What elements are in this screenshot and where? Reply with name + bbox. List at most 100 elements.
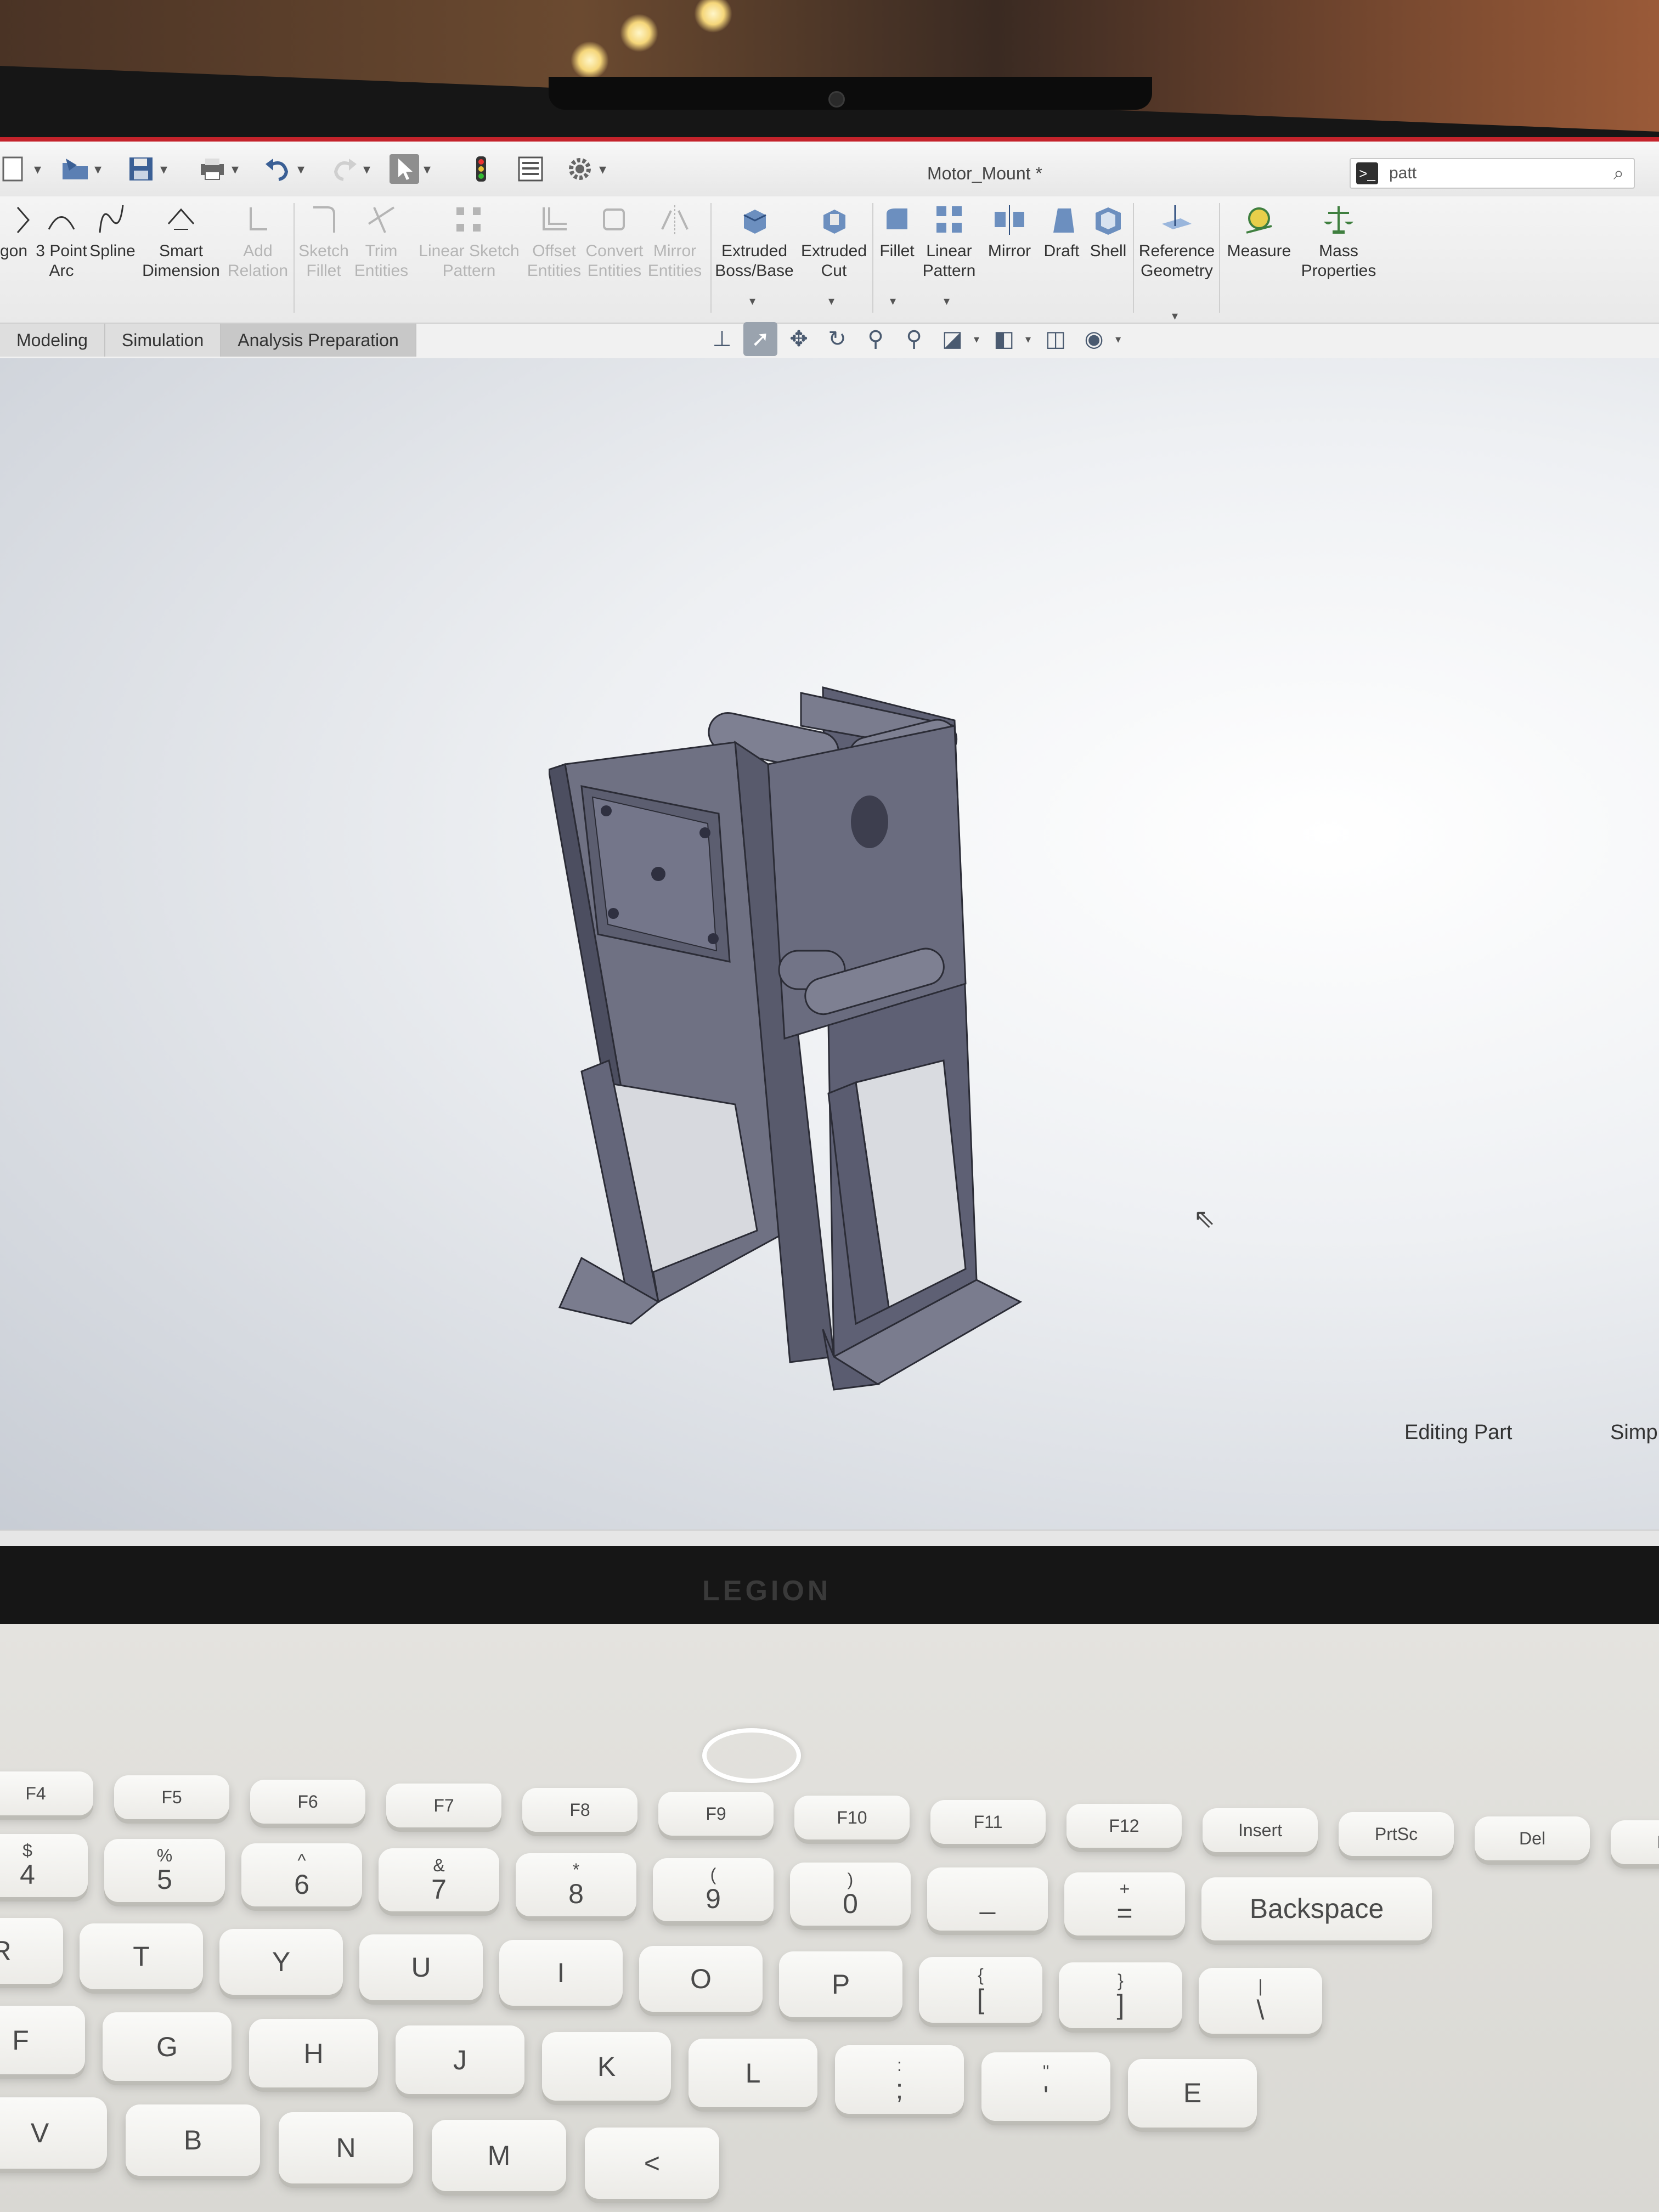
key--[interactable]: _ — [927, 1867, 1048, 1931]
key-v[interactable]: V — [0, 2097, 107, 2169]
key--[interactable]: " ' — [981, 2052, 1110, 2121]
key--[interactable]: < — [585, 2128, 719, 2199]
power-button[interactable] — [702, 1728, 801, 1783]
view-orientation-icon[interactable]: ◫ — [1039, 322, 1073, 356]
new-document-button[interactable]: ▾ — [0, 154, 41, 184]
key-f5[interactable]: F5 — [114, 1775, 229, 1820]
pan-icon[interactable]: ✥ — [782, 322, 816, 356]
key-5[interactable]: % 5 — [104, 1838, 225, 1902]
tab-analysis-preparation[interactable]: Analysis Preparation — [221, 324, 416, 357]
key-g[interactable]: G — [103, 2012, 232, 2081]
key-f6[interactable]: F6 — [250, 1779, 365, 1824]
spline-button[interactable]: Spline — [88, 202, 137, 261]
chevron-down-icon[interactable]: ▾ — [599, 161, 606, 178]
graphics-viewport[interactable]: ⇖ nly — [0, 358, 1659, 1546]
options-button[interactable]: ▾ — [565, 154, 606, 184]
chevron-down-icon[interactable]: ▾ — [363, 161, 370, 178]
key-p[interactable]: P — [779, 1951, 902, 2017]
key-f12[interactable]: F12 — [1066, 1804, 1182, 1848]
3-point-arc-button[interactable]: 3 Point Arc — [34, 202, 89, 281]
redo-button[interactable]: ▾ — [329, 154, 370, 184]
key--[interactable]: + = — [1064, 1872, 1185, 1936]
convert-entities-button[interactable]: Convert Entities — [584, 202, 645, 281]
key-i[interactable]: I — [499, 1940, 623, 2006]
key-4[interactable]: $4 — [0, 1833, 88, 1897]
reference-geometry-button[interactable]: Reference Geometry — [1136, 202, 1218, 281]
select-arrow-icon[interactable]: ➚ — [743, 322, 777, 356]
chevron-down-icon[interactable]: ▾ — [34, 161, 41, 178]
rebuild-button[interactable] — [466, 154, 496, 184]
key-j[interactable]: J — [396, 2025, 524, 2095]
key-f9[interactable]: F9 — [658, 1792, 774, 1836]
key-f[interactable]: F — [0, 2006, 85, 2075]
extruded-boss-base-button[interactable]: Extruded Boss/Base — [713, 202, 795, 281]
key-o[interactable]: O — [639, 1945, 763, 2012]
open-button[interactable]: ▾ — [60, 154, 101, 184]
chevron-down-icon[interactable]: ▾ — [232, 161, 239, 178]
tab-modeling[interactable]: Modeling — [0, 324, 105, 357]
fillet-button[interactable]: Fillet — [875, 202, 919, 261]
key-8[interactable]: * 8 — [516, 1853, 636, 1916]
chevron-down-icon[interactable]: ▾ — [1172, 309, 1178, 323]
offset-entities-button[interactable]: Offset Entities — [524, 202, 584, 281]
key-k[interactable]: K — [542, 2032, 671, 2101]
smart-dimension-button[interactable]: Smart Dimension — [140, 202, 222, 281]
key-u[interactable]: U — [359, 1934, 483, 2001]
draft-button[interactable]: Draft — [1037, 202, 1086, 261]
view-orientation-triad-icon[interactable]: ⊥ — [705, 322, 739, 356]
key-0[interactable]: ) 0 — [790, 1863, 911, 1926]
key-insert[interactable]: Insert — [1203, 1808, 1318, 1852]
search-input[interactable]: patt — [1389, 164, 1613, 183]
chevron-down-icon[interactable]: ▾ — [297, 161, 304, 178]
sketch-fillet-button[interactable]: Sketch Fillet — [296, 202, 351, 281]
key-f8[interactable]: F8 — [522, 1787, 637, 1832]
key-h[interactable]: H — [249, 2019, 378, 2088]
motor-mount-3d-model[interactable] — [549, 676, 1196, 1546]
key-6[interactable]: ^ 6 — [241, 1843, 362, 1907]
key-t[interactable]: T — [80, 1923, 203, 1989]
key-y[interactable]: Y — [219, 1929, 343, 1995]
shell-button[interactable]: Shell — [1084, 202, 1133, 261]
chevron-down-icon[interactable]: ▾ — [974, 332, 979, 346]
key-backspace[interactable]: Backspace — [1201, 1877, 1432, 1940]
chevron-down-icon[interactable]: ▾ — [749, 294, 755, 308]
key-f7[interactable]: F7 — [386, 1784, 501, 1828]
chevron-down-icon[interactable]: ▾ — [160, 161, 167, 178]
section-view-icon[interactable]: ◧ — [987, 322, 1021, 356]
key-e[interactable]: E — [1128, 2058, 1257, 2128]
chevron-down-icon[interactable]: ▾ — [1025, 332, 1031, 346]
key--[interactable]: {[ — [919, 1957, 1042, 2023]
tab-simulation[interactable]: Simulation — [105, 324, 222, 357]
undo-button[interactable]: ▾ — [263, 154, 304, 184]
key-r[interactable]: R — [0, 1917, 63, 1984]
select-button[interactable]: ▾ — [390, 154, 431, 184]
search-commands-box[interactable]: >_ patt ⌕ — [1350, 158, 1635, 189]
chevron-down-icon[interactable]: ▾ — [424, 161, 431, 178]
key-l[interactable]: L — [689, 2039, 817, 2108]
search-icon[interactable]: ⌕ — [1613, 163, 1624, 184]
extruded-cut-button[interactable]: Extruded Cut — [795, 202, 872, 281]
chevron-down-icon[interactable]: ▾ — [828, 294, 834, 308]
trim-entities-button[interactable]: Trim Entities — [351, 202, 411, 281]
mirror-button[interactable]: Mirror — [982, 202, 1037, 261]
key-m[interactable]: M — [432, 2120, 566, 2192]
key-7[interactable]: & 7 — [379, 1848, 499, 1912]
chevron-down-icon[interactable]: ▾ — [94, 161, 101, 178]
linear-pattern-button[interactable]: Linear Pattern — [919, 202, 979, 281]
add-relation-button[interactable]: Add Relation — [225, 202, 291, 281]
save-button[interactable]: ▾ — [126, 154, 167, 184]
key-9[interactable]: (9 — [653, 1858, 774, 1921]
mirror-entities-button[interactable]: Mirror Entities — [645, 202, 705, 281]
units-status[interactable]: Simp — [1610, 1421, 1658, 1444]
mass-properties-button[interactable]: Mass Properties — [1300, 202, 1377, 281]
key-n[interactable]: N — [279, 2112, 413, 2184]
key-ho[interactable]: Ho — [1611, 1820, 1659, 1865]
key-prtsc[interactable]: PrtSc — [1339, 1812, 1454, 1857]
key-f11[interactable]: F11 — [930, 1799, 1046, 1844]
zoom-to-fit-icon[interactable]: ⚲ — [859, 322, 893, 356]
chevron-down-icon[interactable]: ▾ — [944, 294, 950, 308]
key-f4[interactable]: F4 — [0, 1771, 93, 1815]
chevron-down-icon[interactable]: ▾ — [1115, 332, 1121, 346]
polygon-button[interactable]: gon — [0, 202, 33, 261]
key-b[interactable]: B — [126, 2104, 260, 2176]
